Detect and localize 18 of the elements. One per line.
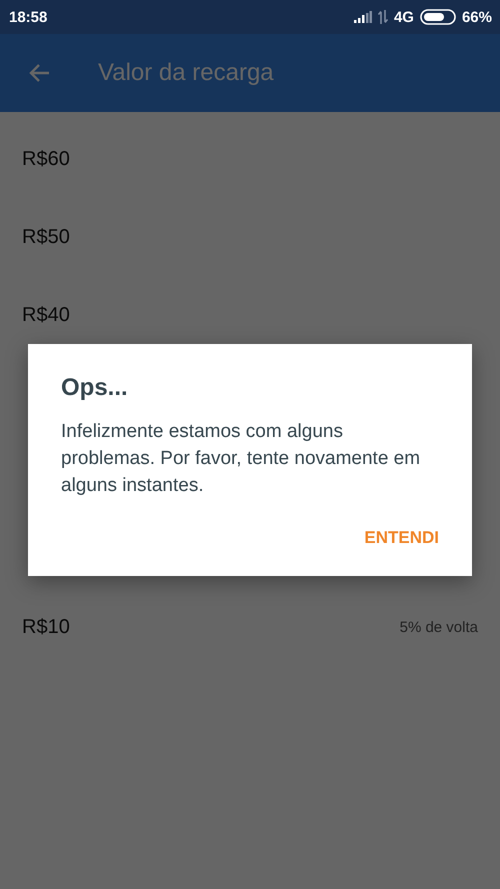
clock-time: 18:58 [9,8,48,26]
amount-label: R$40 [22,304,70,326]
battery-icon [420,9,456,25]
data-transfer-icon [378,10,388,24]
dialog-title: Ops... [61,374,129,402]
amount-label: R$60 [22,148,70,170]
screen-title: Valor da recarga [98,59,274,87]
confirm-button[interactable]: ENTENDI [364,522,439,554]
amount-option[interactable]: R$50 [0,198,500,276]
dialog-message: Infelizmente estamos com alguns problemas. Por favor, tente novamente em alguns instantes. [61,420,422,498]
amount-option[interactable]: R$60 [0,120,500,198]
amount-label: R$50 [22,226,70,248]
cashback-label: 5% de volta [400,618,478,636]
signal-icon [354,11,372,23]
amount-label: R$10 [22,616,70,638]
battery-percent: 66% [462,8,492,26]
network-type: 4G [394,8,414,26]
amount-option[interactable]: R$10 5% de volta [0,588,500,666]
